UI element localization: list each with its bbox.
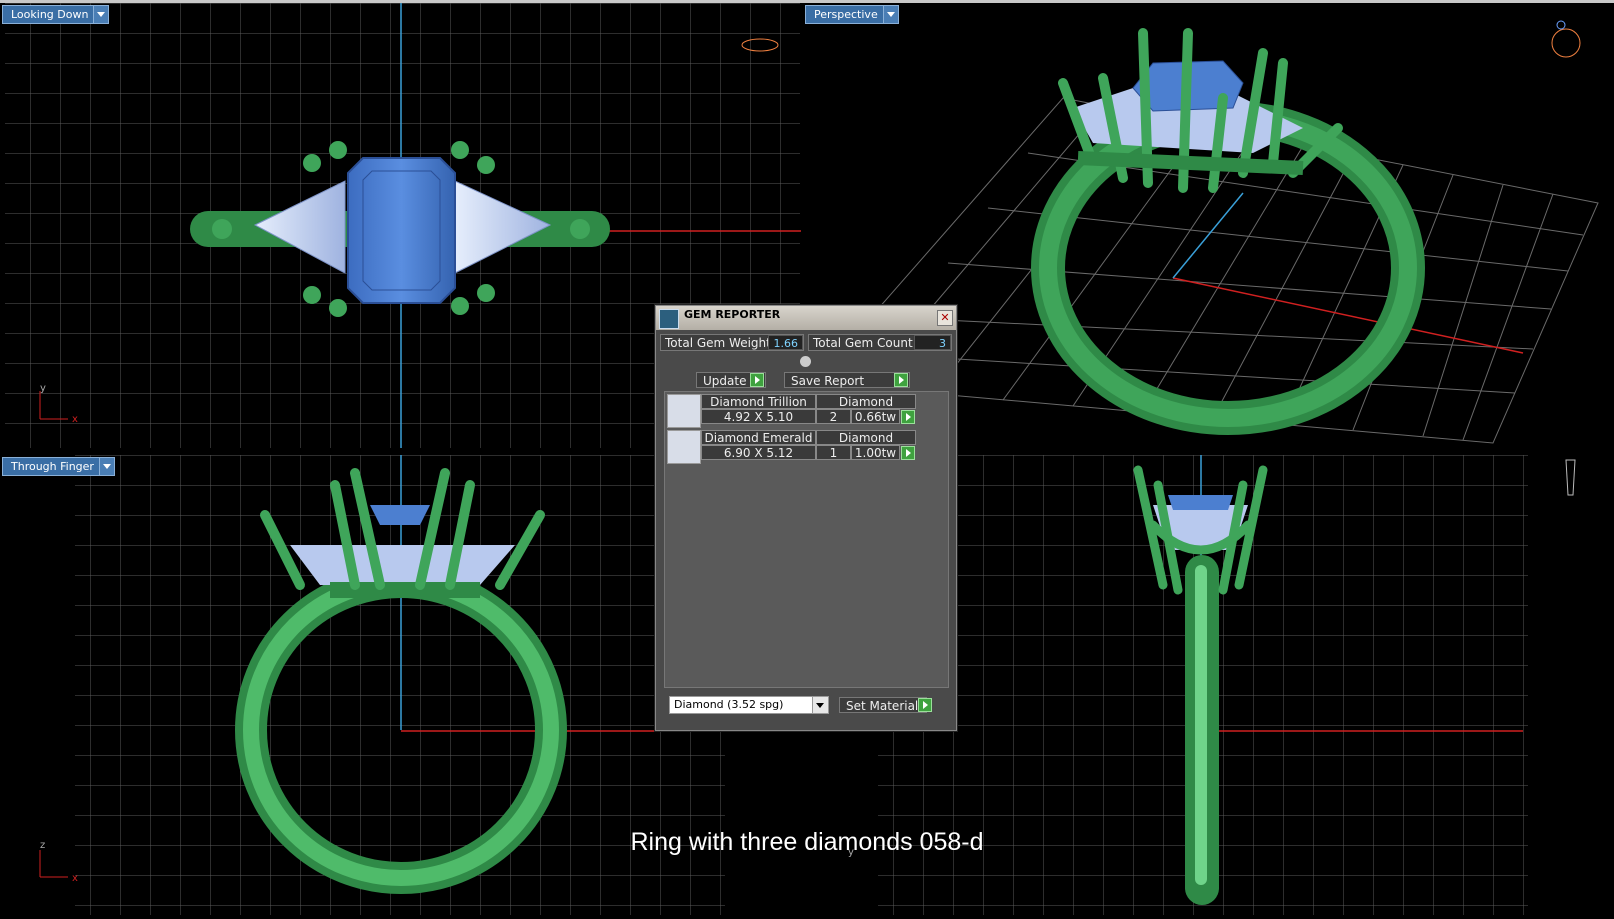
trillion-gem-icon: [667, 394, 701, 428]
chevron-down-icon[interactable]: [882, 6, 898, 23]
viewport-label-text: Through Finger: [11, 460, 94, 473]
gem-row[interactable]: Diamond Trillion Diamond 4.92 X 5.10 2 0…: [665, 392, 948, 428]
set-material-go-icon[interactable]: [918, 698, 932, 712]
gem-reporter-dialog[interactable]: GEM REPORTER ✕ Total Gem Weight 1.66 Tot…: [655, 305, 957, 731]
total-gem-weight-label: Total Gem Weight: [665, 336, 771, 350]
save-report-go-icon[interactable]: [894, 373, 908, 387]
total-gem-count-value: 3: [914, 335, 951, 350]
gem-material: Diamond: [816, 394, 916, 409]
gem-name: Diamond Emerald: [701, 430, 816, 445]
gem-material: Diamond: [816, 430, 916, 445]
viewport-label-text: Looking Down: [11, 8, 89, 21]
gem-name: Diamond Trillion: [701, 394, 816, 409]
save-report-button-label: Save Report: [791, 374, 865, 388]
gem-row[interactable]: Diamond Emerald Diamond 6.90 X 5.12 1 1.…: [665, 428, 948, 464]
total-gem-weight-value: 1.66: [768, 335, 803, 350]
total-gem-count-label: Total Gem Count: [813, 336, 913, 350]
gem-row-go-icon[interactable]: [901, 410, 915, 424]
model-caption: Ring with three diamonds 058-d: [630, 828, 984, 856]
dialog-title: GEM REPORTER: [684, 308, 781, 321]
chevron-down-icon[interactable]: [98, 458, 114, 475]
gem-size: 4.92 X 5.10: [701, 409, 816, 424]
set-material-button-label: Set Material: [846, 699, 919, 713]
material-select-value: Diamond (3.52 spg): [674, 698, 784, 711]
gem-row-go-icon[interactable]: [901, 446, 915, 460]
gem-size: 6.90 X 5.12: [701, 445, 816, 460]
gem-list[interactable]: Diamond Trillion Diamond 4.92 X 5.10 2 0…: [664, 391, 949, 688]
gem-quantity: 1: [816, 445, 851, 460]
set-material-button[interactable]: Set Material: [839, 697, 927, 713]
gem-weight: 0.66tw: [851, 409, 900, 424]
chevron-down-icon[interactable]: [93, 6, 109, 23]
close-icon[interactable]: ✕: [937, 310, 953, 326]
gem-icon: [659, 309, 679, 329]
update-button-label: Update: [703, 374, 747, 388]
axis-y-label: y: [40, 383, 46, 394]
viewport-label-perspective[interactable]: Perspective: [805, 5, 899, 24]
viewport-label-through-finger[interactable]: Through Finger: [2, 457, 115, 476]
material-select[interactable]: Diamond (3.52 spg): [669, 696, 829, 714]
viewport-label-looking-down[interactable]: Looking Down: [2, 5, 110, 24]
gem-reporter-titlebar[interactable]: GEM REPORTER ✕: [656, 306, 956, 330]
svg-text:x: x: [72, 414, 78, 425]
viewport-label-text: Perspective: [814, 8, 878, 21]
update-go-icon[interactable]: [750, 373, 764, 387]
emerald-gem-icon: [667, 430, 701, 464]
gem-quantity: 2: [816, 409, 851, 424]
svg-text:x: x: [72, 873, 78, 884]
save-report-button[interactable]: Save Report: [784, 372, 910, 388]
chevron-down-icon[interactable]: [812, 697, 828, 713]
collapse-toggle-icon[interactable]: [800, 356, 811, 367]
gem-weight: 1.00tw: [851, 445, 900, 460]
